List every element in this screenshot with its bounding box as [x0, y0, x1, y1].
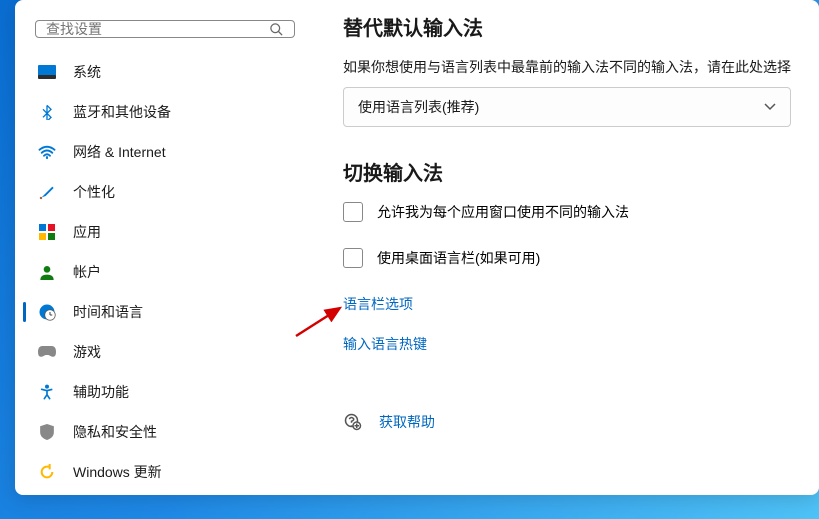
checkbox-label: 使用桌面语言栏(如果可用) [377, 248, 540, 268]
nav-bluetooth[interactable]: 蓝牙和其他设备 [23, 92, 307, 132]
nav-gaming[interactable]: 游戏 [23, 332, 307, 372]
checkbox-per-app[interactable]: 允许我为每个应用窗口使用不同的输入法 [343, 202, 791, 222]
shield-icon [37, 422, 57, 442]
checkbox-label: 允许我为每个应用窗口使用不同的输入法 [377, 202, 629, 222]
help-row: 获取帮助 [343, 412, 791, 432]
nav-personalization[interactable]: 个性化 [23, 172, 307, 212]
settings-window: 系统 蓝牙和其他设备 网络 & Internet 个性化 应用 帐户 [15, 0, 819, 495]
nav-label: 蓝牙和其他设备 [73, 102, 171, 122]
accessibility-icon [37, 382, 57, 402]
dropdown-value: 使用语言列表(推荐) [358, 97, 479, 117]
apps-icon [37, 222, 57, 242]
link-get-help[interactable]: 获取帮助 [379, 412, 435, 432]
system-icon [37, 62, 57, 82]
bluetooth-icon [37, 102, 57, 122]
nav-list: 系统 蓝牙和其他设备 网络 & Internet 个性化 应用 帐户 [23, 52, 307, 492]
language-list-dropdown[interactable]: 使用语言列表(推荐) [343, 87, 791, 127]
nav-label: 应用 [73, 222, 101, 242]
checkbox-icon [343, 202, 363, 222]
gamepad-icon [37, 342, 57, 362]
nav-label: 隐私和安全性 [73, 422, 157, 442]
nav-label: 游戏 [73, 342, 101, 362]
search-icon [269, 22, 284, 37]
nav-privacy[interactable]: 隐私和安全性 [23, 412, 307, 452]
content-panel: 替代默认输入法 如果你想使用与语言列表中最靠前的输入法不同的输入法，请在此处选择… [315, 0, 819, 495]
link-langbar-options[interactable]: 语言栏选项 [343, 294, 791, 314]
nav-label: 辅助功能 [73, 382, 129, 402]
checkbox-desktop-langbar[interactable]: 使用桌面语言栏(如果可用) [343, 248, 791, 268]
search-box[interactable] [35, 20, 295, 38]
section-override-title: 替代默认输入法 [343, 12, 791, 41]
chevron-down-icon [764, 103, 776, 111]
nav-label: Windows 更新 [73, 462, 162, 482]
nav-label: 时间和语言 [73, 302, 143, 322]
nav-windows-update[interactable]: Windows 更新 [23, 452, 307, 492]
nav-system[interactable]: 系统 [23, 52, 307, 92]
nav-label: 个性化 [73, 182, 115, 202]
brush-icon [37, 182, 57, 202]
nav-network[interactable]: 网络 & Internet [23, 132, 307, 172]
globe-clock-icon [37, 302, 57, 322]
nav-label: 帐户 [73, 262, 101, 282]
nav-time-language[interactable]: 时间和语言 [23, 292, 307, 332]
sidebar: 系统 蓝牙和其他设备 网络 & Internet 个性化 应用 帐户 [15, 0, 315, 495]
checkbox-icon [343, 248, 363, 268]
link-input-hotkeys[interactable]: 输入语言热键 [343, 334, 791, 354]
nav-label: 系统 [73, 62, 101, 82]
nav-accounts[interactable]: 帐户 [23, 252, 307, 292]
nav-accessibility[interactable]: 辅助功能 [23, 372, 307, 412]
override-desc: 如果你想使用与语言列表中最靠前的输入法不同的输入法，请在此处选择 [343, 57, 791, 77]
update-icon [37, 462, 57, 482]
section-switch-title: 切换输入法 [343, 157, 791, 186]
wifi-icon [37, 142, 57, 162]
nav-label: 网络 & Internet [73, 142, 166, 162]
person-icon [37, 262, 57, 282]
nav-apps[interactable]: 应用 [23, 212, 307, 252]
search-input[interactable] [46, 21, 269, 37]
help-icon [343, 412, 363, 432]
